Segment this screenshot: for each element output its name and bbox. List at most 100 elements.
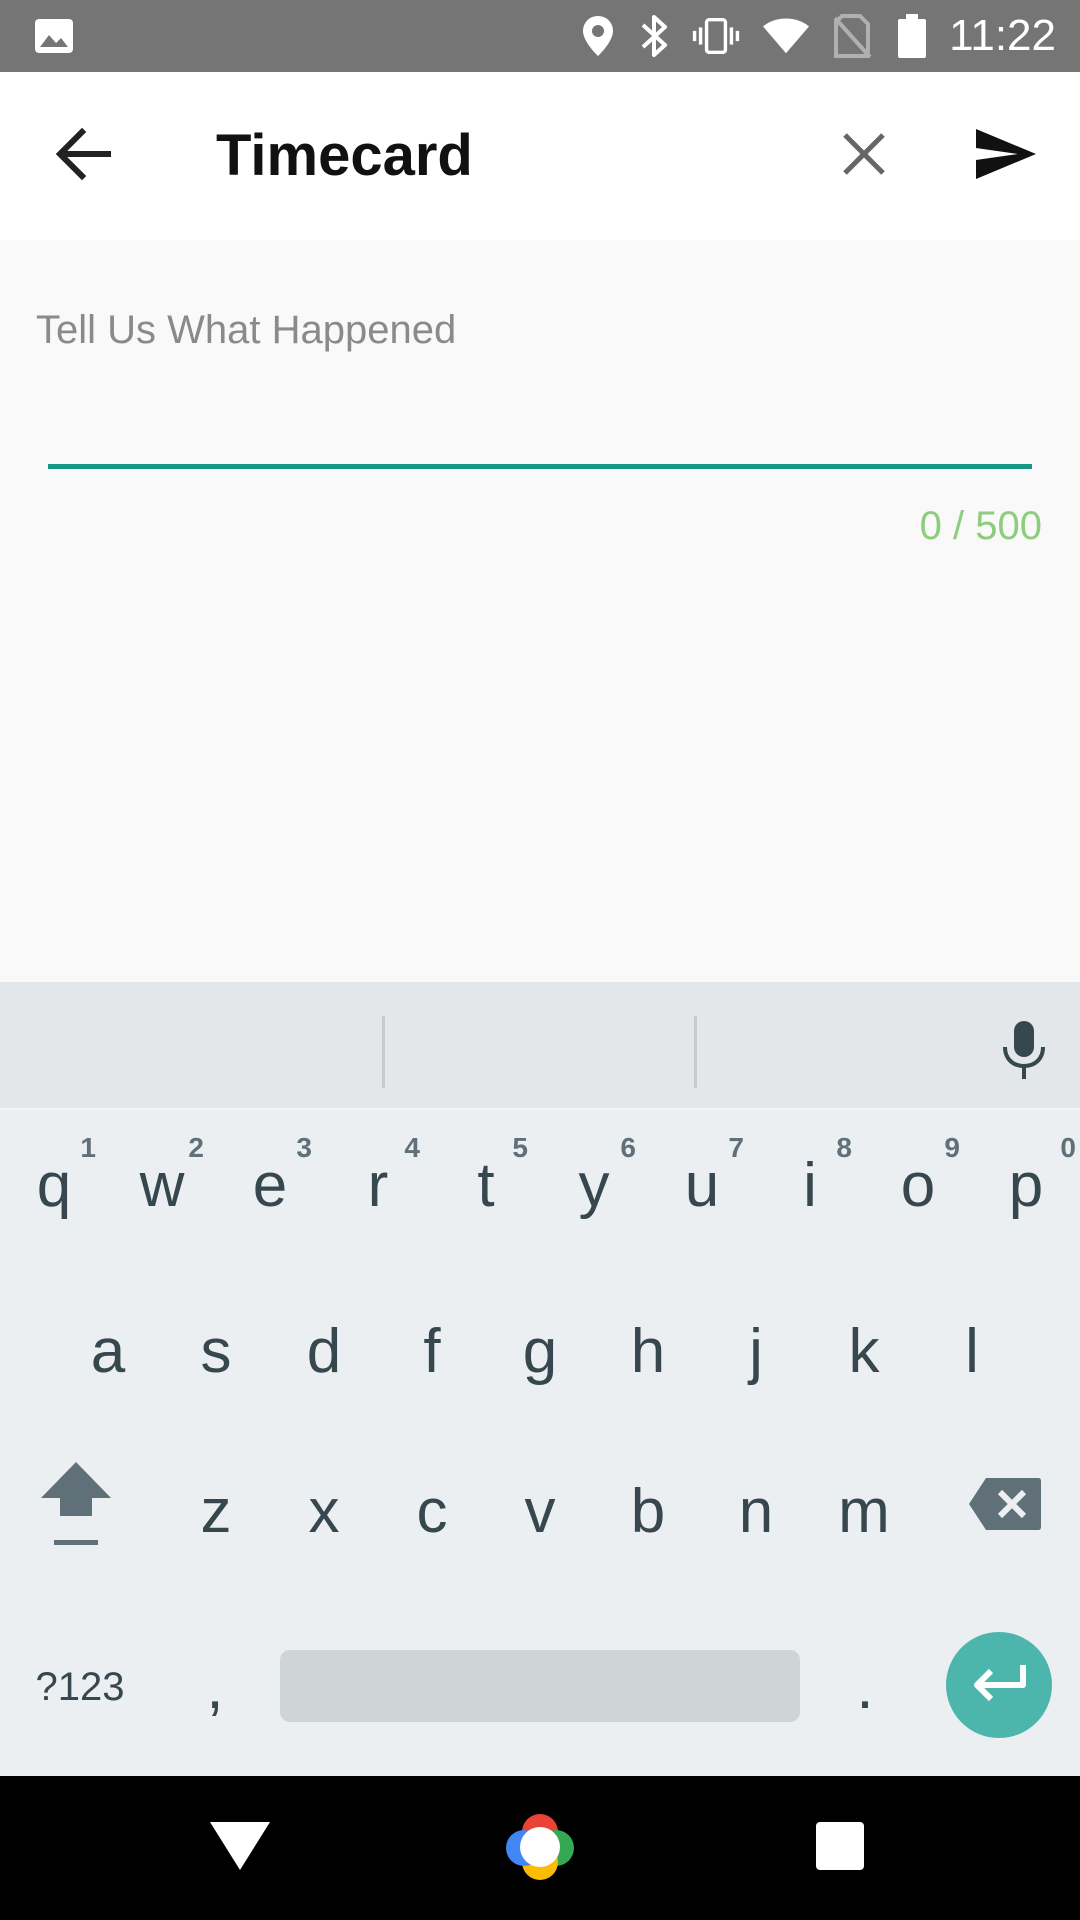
key-label: j <box>749 1316 763 1386</box>
key-a[interactable]: a <box>54 1276 162 1426</box>
close-icon <box>842 132 886 181</box>
space-key[interactable] <box>280 1650 800 1722</box>
nav-home-button[interactable] <box>492 1800 588 1896</box>
nav-recents-button[interactable] <box>792 1800 888 1896</box>
back-button[interactable] <box>36 108 132 204</box>
location-icon <box>574 12 622 60</box>
key-k[interactable]: k <box>810 1276 918 1426</box>
key-label: ?123 <box>35 1664 125 1709</box>
back-triangle-icon <box>208 1820 272 1877</box>
close-button[interactable] <box>816 108 912 204</box>
key-label: c <box>416 1476 448 1546</box>
key-label: g <box>522 1316 558 1386</box>
key-d[interactable]: d <box>270 1276 378 1426</box>
key-hint: 8 <box>836 1132 852 1163</box>
nav-bar <box>0 1776 1080 1920</box>
key-y[interactable]: 6y <box>540 1110 648 1260</box>
key-label: v <box>524 1476 556 1546</box>
key-h[interactable]: h <box>594 1276 702 1426</box>
character-counter: 0 / 500 <box>919 504 1042 548</box>
key-n[interactable]: n <box>702 1436 810 1586</box>
key-label: l <box>965 1316 979 1386</box>
key-label: r <box>367 1150 389 1220</box>
comma-key[interactable]: , <box>160 1612 270 1762</box>
key-e[interactable]: 3e <box>216 1110 324 1260</box>
key-c[interactable]: c <box>378 1436 486 1586</box>
status-bar: 11:22 <box>0 0 1080 72</box>
key-label: o <box>900 1150 936 1220</box>
key-label: i <box>803 1150 817 1220</box>
period-key[interactable]: . <box>810 1612 920 1762</box>
key-label: e <box>252 1150 288 1220</box>
send-button[interactable] <box>958 108 1054 204</box>
form-area: Tell Us What Happened 0 / 500 <box>0 240 1080 982</box>
key-hint: 5 <box>512 1132 528 1163</box>
key-b[interactable]: b <box>594 1436 702 1586</box>
key-label: f <box>423 1316 441 1386</box>
key-hint: 7 <box>728 1132 744 1163</box>
soft-keyboard: 1q 2w 3e 4r 5t 6y 7u 8i 9o 0p a s d f g … <box>0 982 1080 1776</box>
field-label: Tell Us What Happened <box>36 308 457 352</box>
what-happened-input[interactable] <box>48 360 1032 464</box>
backspace-icon <box>968 1476 1042 1547</box>
key-hint: 6 <box>620 1132 636 1163</box>
key-i[interactable]: 8i <box>756 1110 864 1260</box>
arrow-back-icon <box>55 127 112 185</box>
key-x[interactable]: x <box>270 1436 378 1586</box>
status-time: 11:22 <box>949 11 1056 60</box>
key-label: q <box>36 1150 72 1220</box>
key-label: h <box>630 1316 666 1386</box>
key-l[interactable]: l <box>918 1276 1026 1426</box>
enter-key[interactable] <box>946 1632 1052 1738</box>
key-z[interactable]: z <box>162 1436 270 1586</box>
key-p[interactable]: 0p <box>972 1110 1080 1260</box>
mic-button[interactable] <box>992 1012 1056 1092</box>
key-label: k <box>848 1316 880 1386</box>
key-label: x <box>308 1476 340 1546</box>
shift-icon <box>38 1458 114 1565</box>
suggestion-strip <box>0 986 1080 1110</box>
key-hint: 2 <box>188 1132 204 1163</box>
key-u[interactable]: 7u <box>648 1110 756 1260</box>
key-f[interactable]: f <box>378 1276 486 1426</box>
field-underline <box>48 464 1032 469</box>
backspace-key[interactable] <box>940 1436 1070 1586</box>
key-v[interactable]: v <box>486 1436 594 1586</box>
microphone-icon <box>1001 1019 1047 1086</box>
key-m[interactable]: m <box>810 1436 918 1586</box>
recents-icon <box>814 1820 866 1877</box>
key-w[interactable]: 2w <box>108 1110 216 1260</box>
key-label: . <box>856 1652 874 1722</box>
key-label: , <box>206 1652 224 1722</box>
battery-icon <box>888 12 936 60</box>
key-hint: 9 <box>944 1132 960 1163</box>
key-s[interactable]: s <box>162 1276 270 1426</box>
key-j[interactable]: j <box>702 1276 810 1426</box>
shift-key[interactable] <box>0 1436 152 1586</box>
key-label: w <box>139 1150 185 1220</box>
home-icon <box>506 1812 574 1885</box>
bluetooth-icon <box>630 12 678 60</box>
key-label: u <box>684 1150 720 1220</box>
return-icon <box>969 1663 1029 1708</box>
symbols-key[interactable]: ?123 <box>10 1612 150 1762</box>
key-label: b <box>630 1476 666 1546</box>
vibrate-icon <box>692 12 740 60</box>
nav-back-button[interactable] <box>192 1800 288 1896</box>
key-o[interactable]: 9o <box>864 1110 972 1260</box>
key-q[interactable]: 1q <box>0 1110 108 1260</box>
key-label: t <box>477 1150 495 1220</box>
key-label: m <box>838 1476 890 1546</box>
key-t[interactable]: 5t <box>432 1110 540 1260</box>
key-label: n <box>738 1476 774 1546</box>
key-hint: 0 <box>1060 1132 1076 1163</box>
key-r[interactable]: 4r <box>324 1110 432 1260</box>
key-label: d <box>306 1316 342 1386</box>
key-label: s <box>200 1316 232 1386</box>
key-label: y <box>578 1150 610 1220</box>
image-icon <box>30 12 78 60</box>
key-hint: 4 <box>404 1132 420 1163</box>
suggestion-divider <box>382 1016 385 1088</box>
key-g[interactable]: g <box>486 1276 594 1426</box>
key-hint: 3 <box>296 1132 312 1163</box>
